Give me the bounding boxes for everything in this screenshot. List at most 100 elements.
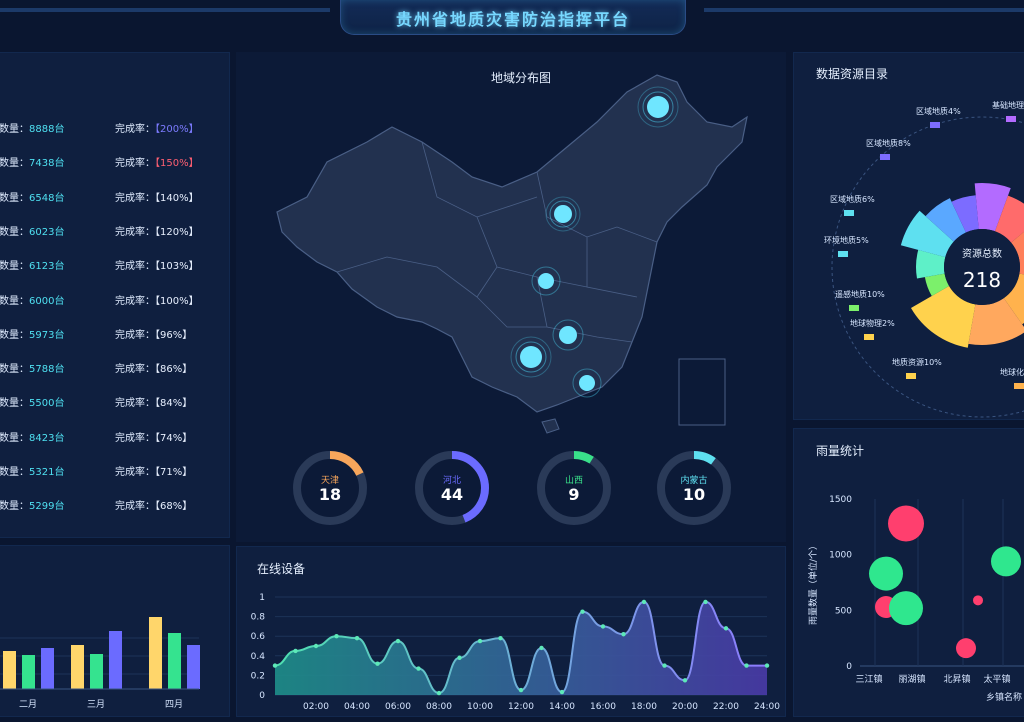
page-title: 贵州省地质灾害防治指挥平台 [395, 10, 630, 29]
qty-label: 数量： [0, 226, 29, 238]
data-point [744, 663, 749, 668]
stat-rate: 完成率：【200%】 [115, 120, 199, 135]
stat-qty: 数量：5973台 [0, 326, 64, 341]
x-tick-label: 06:00 [385, 702, 411, 712]
qty-value: 6000台 [29, 295, 65, 307]
rate-label: 完成率： [115, 467, 155, 478]
donut-value: 10 [682, 485, 706, 504]
y-tick-label: 0 [259, 691, 265, 701]
left-stats-panel: 数量：8888台 完成率：【200%】 数量：7438台 完成率：【150%】 数量：6… [0, 52, 230, 538]
rain-title: 雨量统计 [816, 444, 865, 458]
stat-row: 数量：6023台 完成率：【120%】 [0, 223, 227, 243]
stat-qty: 数量：7438台 [0, 154, 64, 169]
monthly-bar-panel: 二月 三月 四月 [0, 545, 230, 717]
stat-qty: 数量：5321台 [0, 463, 64, 478]
qty-label: 数量： [0, 158, 29, 170]
province-donut[interactable]: 天津 18 [291, 449, 369, 527]
bubble [869, 556, 903, 591]
data-point [764, 663, 770, 668]
resource-label: 区域地质6% [830, 194, 875, 204]
bar [41, 648, 54, 689]
rain-scatter-chart: 1500 1000 500 0三江镇 丽湖镇 北昇镇 太平镇乡镇名称 雨量数量（单位/个） [807, 495, 1024, 703]
resource-marker [930, 122, 940, 128]
bar [3, 651, 16, 689]
qty-label: 数量： [0, 398, 29, 410]
data-point [518, 687, 524, 693]
data-point [539, 645, 544, 651]
x-tick-label: 12:00 [508, 702, 534, 712]
rate-value: 【84%】 [155, 398, 193, 410]
qty-value: 6023台 [29, 226, 65, 238]
x-tick-label: 20:00 [672, 702, 698, 712]
rate-value: 【86%】 [155, 364, 193, 376]
rate-value: 【120%】 [155, 226, 199, 238]
resource-title: 数据资源目录 [816, 67, 889, 81]
data-point [436, 690, 442, 696]
qty-label: 数量： [0, 432, 29, 444]
data-point [477, 638, 483, 644]
center-label: 资源总数 [962, 247, 1002, 260]
x-tick-label: 22:00 [713, 702, 739, 712]
donut-value: 18 [318, 485, 342, 504]
stat-rate: 完成率：【100%】 [115, 292, 199, 307]
resource-label: 遥感地质10% [835, 289, 885, 299]
bubble [888, 505, 924, 542]
rose-center [944, 229, 1020, 305]
resource-label: 区域地质8% [866, 138, 911, 148]
stat-rate: 完成率：【86%】 [115, 360, 192, 375]
qty-value: 7438台 [29, 158, 65, 170]
bubble [956, 638, 976, 659]
rate-label: 完成率： [115, 192, 155, 204]
rate-label: 完成率： [115, 329, 155, 341]
data-point [334, 634, 339, 639]
province-donut[interactable]: 内蒙古 10 [655, 449, 733, 527]
stat-qty: 数量：6023台 [0, 223, 64, 238]
online-area-chart: 1 0.8 0.6 0.4 0.2 0 02:00 04:00 06:00 08:00 10:00 1… [251, 593, 781, 712]
y-tick-label: 500 [835, 606, 852, 616]
data-point [600, 624, 606, 629]
rate-label: 完成率： [115, 398, 155, 410]
qty-label: 数量： [0, 501, 29, 513]
province-donut[interactable]: 河北 44 [413, 449, 491, 527]
data-point [272, 663, 278, 668]
resource-marker [849, 305, 859, 311]
data-point [293, 648, 298, 654]
header-line-right [704, 8, 1024, 12]
data-point [416, 666, 421, 671]
rate-label: 完成率： [115, 501, 155, 513]
data-point [723, 626, 729, 631]
bar [149, 617, 162, 689]
rate-value: 【100%】 [155, 295, 199, 307]
stat-rate: 完成率：【120%】 [115, 223, 199, 238]
y-tick-label: 0 [846, 662, 852, 672]
data-point [621, 632, 626, 637]
stat-qty: 数量：8888台 [0, 120, 64, 135]
resource-rose-chart: 资源总数 218 区域地质4% 基础地理1 区域地质8% 区域地质6% 环境地质5% 遥感地质… [824, 100, 1024, 418]
stat-qty: 数量：5788台 [0, 360, 64, 375]
province-donut[interactable]: 山西 9 [535, 449, 613, 527]
rate-value: 【96%】 [155, 329, 193, 341]
resource-label: 区域地质4% [916, 106, 961, 116]
resource-marker [844, 210, 854, 216]
data-point [354, 635, 360, 641]
rate-label: 完成率： [115, 364, 155, 376]
rate-value: 【103%】 [155, 261, 199, 273]
data-point [313, 643, 319, 649]
stat-row: 数量：5500台 完成率：【84%】 [0, 394, 227, 414]
bar [90, 654, 103, 689]
south-sea-inset [678, 358, 726, 426]
data-point [641, 599, 647, 605]
y-tick-label: 0.4 [251, 652, 266, 662]
bubble [973, 595, 983, 606]
stat-row: 数量：6548台 完成率：【140%】 [0, 189, 227, 209]
donut-value: 9 [568, 485, 580, 504]
stat-rate: 完成率：【74%】 [115, 429, 192, 444]
x-tick-label: 太平镇 [983, 673, 1010, 685]
stat-rate: 完成率：【150%】 [115, 154, 199, 169]
resource-label: 基础地理1 [992, 100, 1024, 110]
stat-rate: 完成率：【71%】 [115, 463, 192, 478]
category-label: 四月 [165, 699, 183, 710]
china-map [276, 74, 748, 434]
data-point [662, 663, 667, 668]
x-tick-label: 18:00 [631, 702, 657, 712]
